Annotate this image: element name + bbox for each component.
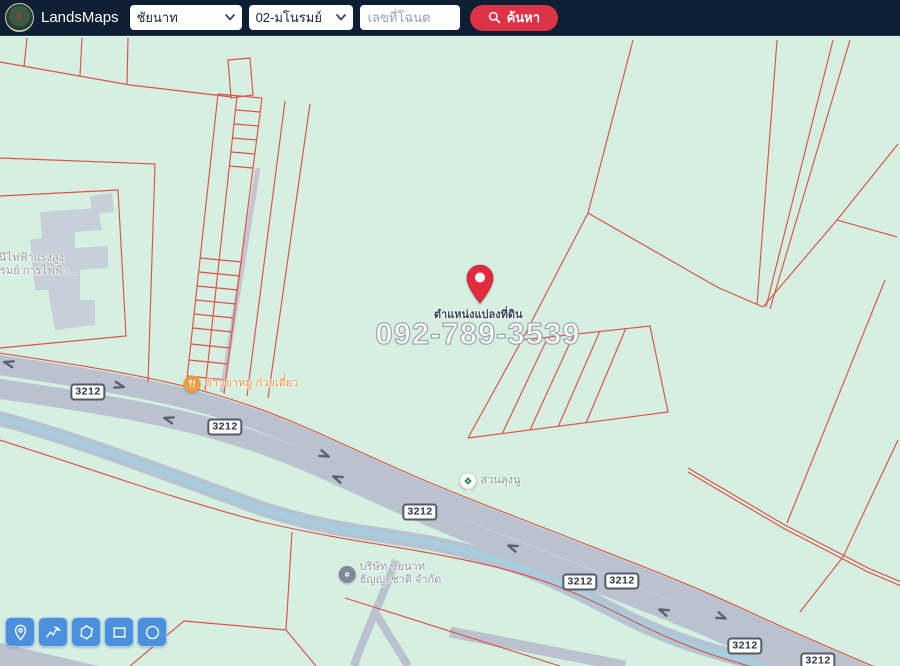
map-toolbar	[5, 617, 167, 647]
chevron-down-icon	[225, 14, 235, 21]
restaurant-icon	[184, 376, 201, 393]
landsmaps-logo	[5, 3, 34, 32]
poi-label: ข้าวขาหมู ก๋วยเตี๋ยว	[205, 378, 299, 391]
province-select-value: ชัยนาท	[137, 7, 178, 28]
poi-company[interactable]: บริษัท ชัยนาทธัญญะชาติ จำกัด	[339, 561, 442, 587]
road-number-badge: 3212	[800, 653, 835, 666]
road-number-badge: 3212	[207, 419, 242, 436]
district-select[interactable]: 02-มโนรมย์	[249, 5, 353, 30]
tool-rectangle-button[interactable]	[104, 617, 134, 647]
poi-label: สถานีไฟฟ้าแรงสูงมโนรมย์ การไฟฟ้า...	[0, 252, 78, 278]
search-button[interactable]: ค้นหา	[470, 5, 558, 31]
tool-polygon-button[interactable]	[71, 617, 101, 647]
tool-measure-button[interactable]	[38, 617, 68, 647]
poi-label: สวนลุงนู	[480, 475, 520, 488]
road-number-badge: 3212	[70, 384, 105, 401]
poi-label: บริษัท ชัยนาทธัญญะชาติ จำกัด	[360, 561, 442, 587]
poi-power-station[interactable]: สถานีไฟฟ้าแรงสูงมโนรมย์ การไฟฟ้า...	[0, 252, 78, 278]
tool-marker-button[interactable]	[5, 617, 35, 647]
circle-icon	[143, 623, 162, 642]
map-canvas[interactable]: 3212 3212 3212 3212 3212 3212 3212 สถานีไฟฟ้าแ…	[0, 0, 900, 666]
poi-restaurant[interactable]: ข้าวขาหมู ก๋วยเตี๋ยว	[184, 376, 299, 393]
strip-lane	[222, 168, 258, 392]
tool-circle-button[interactable]	[137, 617, 167, 647]
deed-number-input[interactable]	[360, 5, 460, 30]
pin-icon	[11, 623, 30, 642]
polygon-icon	[77, 623, 96, 642]
park-icon	[459, 473, 476, 490]
road-number-badge: 3212	[562, 574, 597, 591]
company-icon	[339, 566, 356, 583]
location-pin-icon	[465, 264, 495, 304]
watermark-phone: 092-789-3539	[375, 316, 580, 352]
search-button-label: ค้นหา	[507, 7, 540, 28]
road-number-badge: 3212	[402, 504, 437, 521]
measure-line-icon	[44, 623, 63, 642]
rectangle-icon	[110, 623, 129, 642]
search-icon	[488, 11, 501, 24]
province-select[interactable]: ชัยนาท	[130, 5, 242, 30]
poi-garden[interactable]: สวนลุงนู	[459, 473, 520, 490]
chevron-down-icon	[336, 14, 346, 21]
navbar: LandsMaps ชัยนาท 02-มโนรมย์ ค้นหา	[0, 0, 900, 36]
road-number-badge: 3212	[604, 573, 639, 590]
road-number-badge: 3212	[727, 638, 762, 655]
parcel-boundaries	[0, 38, 900, 666]
district-select-value: 02-มโนรมย์	[256, 7, 322, 28]
brand-title: LandsMaps	[41, 9, 119, 26]
